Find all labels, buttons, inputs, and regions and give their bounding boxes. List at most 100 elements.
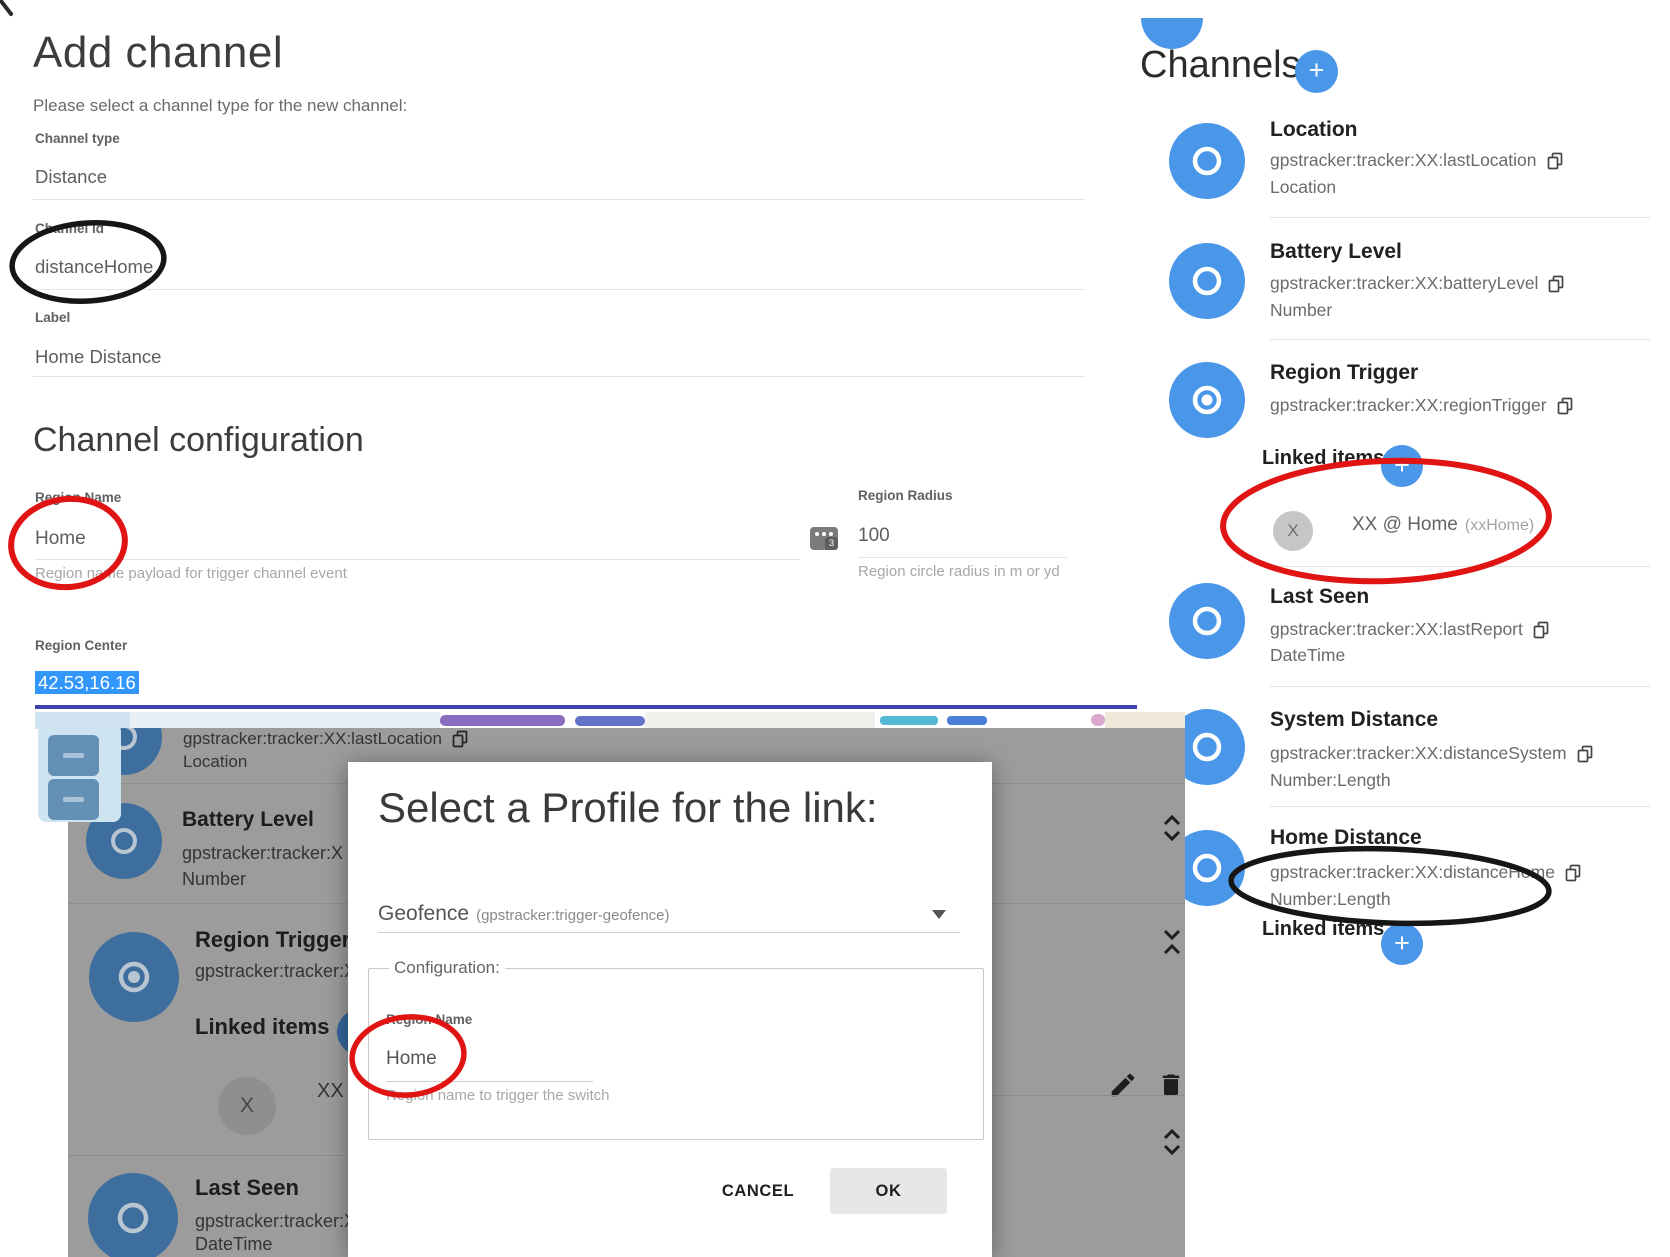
channel-title: Region Trigger <box>1270 361 1418 385</box>
channel-type: Number:Length <box>1270 889 1391 910</box>
linked-items-header: Linked items <box>1262 918 1384 941</box>
backdrop-channel-title: Last Seen <box>195 1175 299 1201</box>
region-center-focus-underline <box>35 705 1137 709</box>
ok-button[interactable]: OK <box>830 1168 947 1214</box>
input-keypad-icon[interactable]: 3 <box>810 527 838 550</box>
dialog-region-name-helper: Region name to trigger the switch <box>386 1087 609 1104</box>
backdrop-channel-id: gpstracker:tracker:X <box>195 1211 356 1232</box>
map-zoom-out-button[interactable] <box>48 779 99 820</box>
backdrop-channel-type: Location <box>183 752 247 772</box>
cancel-button[interactable]: CANCEL <box>703 1168 813 1214</box>
linked-items-add-button[interactable]: + <box>1381 445 1423 487</box>
channel-title: Battery Level <box>1270 240 1402 264</box>
copy-icon[interactable] <box>1577 745 1593 763</box>
channel-id-row: gpstracker:tracker:XX:lastReport <box>1270 619 1549 640</box>
region-center-selected-text: 42.53,16.16 <box>35 671 139 694</box>
channel-id-row: gpstracker:tracker:XX:regionTrigger <box>1270 395 1573 416</box>
backdrop-channel-id: gpstracker:tracker:X <box>195 961 356 982</box>
dialog-region-name-underline <box>386 1081 593 1082</box>
backdrop-channel-title: Battery Level <box>182 808 314 832</box>
linked-item-avatar: X <box>1273 511 1313 551</box>
copy-icon[interactable] <box>1565 864 1581 882</box>
linked-item-row[interactable]: XX @ Home (xxHome) <box>1352 514 1534 536</box>
profile-select-value: Geofence <box>378 902 469 925</box>
profile-select-underline <box>378 932 960 933</box>
label-field-label: Label <box>35 310 70 325</box>
section-title: Channel configuration <box>33 421 364 460</box>
label-underline <box>33 376 1085 377</box>
chevron-down-icon[interactable] <box>932 910 946 919</box>
profile-dialog: Select a Profile for the link: Geofence (… <box>348 762 992 1257</box>
circle-icon <box>113 1198 153 1238</box>
map-scribble-indigo <box>575 716 645 726</box>
copy-icon[interactable] <box>1548 275 1564 293</box>
copy-icon[interactable] <box>1547 152 1563 170</box>
channel-type: DateTime <box>1270 645 1345 666</box>
linked-item-suffix: (xxHome) <box>1465 517 1534 534</box>
linked-items-header: Linked items <box>1262 447 1384 470</box>
backdrop-channel-title: Region Trigger <box>195 927 350 953</box>
region-radius-input[interactable]: 100 <box>858 525 890 547</box>
channel-type: Number:Length <box>1270 770 1391 791</box>
channel-avatar-battery <box>1169 243 1245 319</box>
region-name-helper: Region name payload for trigger channel … <box>35 565 347 582</box>
channel-type-underline <box>33 199 1085 200</box>
backdrop-linked-item-avatar: X <box>218 1077 276 1135</box>
backdrop-avatar-last-seen <box>88 1173 178 1257</box>
unfold-less-icon <box>1158 927 1185 957</box>
dialog-region-name-input[interactable]: Home <box>386 1048 437 1070</box>
channels-add-button[interactable]: + <box>1295 50 1338 93</box>
backdrop-divider-left <box>68 1155 348 1156</box>
region-center-input[interactable]: 42.53,16.16 <box>35 672 139 694</box>
label-field[interactable]: Home Distance <box>35 346 161 368</box>
channel-avatar-region-trigger <box>1169 362 1245 438</box>
region-name-input[interactable]: Home <box>35 528 86 550</box>
linked-items-add-button[interactable]: + <box>1381 923 1423 965</box>
region-name-label: Region Name <box>35 490 121 505</box>
map-scribble-teal <box>880 716 938 725</box>
channel-title: System Distance <box>1270 708 1438 732</box>
page-title: Add channel <box>33 28 283 78</box>
backdrop-channel-id: gpstracker:tracker:X <box>182 843 343 864</box>
configuration-legend: Configuration: <box>389 958 505 978</box>
dialog-title: Select a Profile for the link: <box>378 784 878 832</box>
channel-type-field[interactable]: Distance <box>35 166 107 188</box>
unfold-more-icon <box>1158 1127 1185 1157</box>
screenshot-root: Add channel Please select a channel type… <box>0 0 1670 1257</box>
circle-icon <box>1189 603 1225 639</box>
map-zoom-in-button[interactable] <box>48 735 99 776</box>
copy-icon[interactable] <box>1557 397 1573 415</box>
channel-id-underline <box>33 289 1085 290</box>
map-scribble-pink <box>1091 714 1105 726</box>
region-radius-label: Region Radius <box>858 488 953 503</box>
row-divider <box>1270 339 1650 340</box>
map-scribble-blue <box>947 716 987 725</box>
channel-title: Location <box>1270 118 1358 142</box>
configuration-fieldset: Configuration: Region Name Home Region n… <box>368 958 984 1140</box>
row-divider <box>1270 217 1650 218</box>
corner-artifact <box>1 1 11 14</box>
map-sliver <box>35 712 1185 729</box>
circle-icon <box>1189 143 1225 179</box>
circle-icon <box>1189 850 1225 886</box>
row-divider <box>1270 686 1650 687</box>
channel-id-row: gpstracker:tracker:XX:distanceHome <box>1270 862 1581 883</box>
map-zoom-control <box>38 724 121 822</box>
radio-checked-icon <box>1189 382 1225 418</box>
linked-item-label: XX @ Home <box>1352 514 1458 535</box>
map-scribble-purple <box>440 715 565 726</box>
channel-title: Home Distance <box>1270 826 1422 850</box>
circle-icon <box>107 824 141 858</box>
dialog-region-name-label: Region Name <box>386 1012 472 1027</box>
black-ellipse-distance-home <box>1230 843 1550 928</box>
keypad-badge: 3 <box>825 537 838 550</box>
channels-heading: Channels <box>1140 44 1301 87</box>
profile-select-detail: (gpstracker:trigger-geofence) <box>476 907 669 924</box>
channel-avatar-last-seen <box>1169 583 1245 659</box>
copy-icon[interactable] <box>1533 621 1549 639</box>
channel-id-field[interactable]: distanceHome <box>35 256 153 278</box>
row-divider <box>1270 806 1650 807</box>
row-divider <box>1270 566 1650 567</box>
channel-id-label: Channel id <box>35 221 104 236</box>
profile-select[interactable]: Geofence (gpstracker:trigger-geofence) <box>378 902 670 926</box>
